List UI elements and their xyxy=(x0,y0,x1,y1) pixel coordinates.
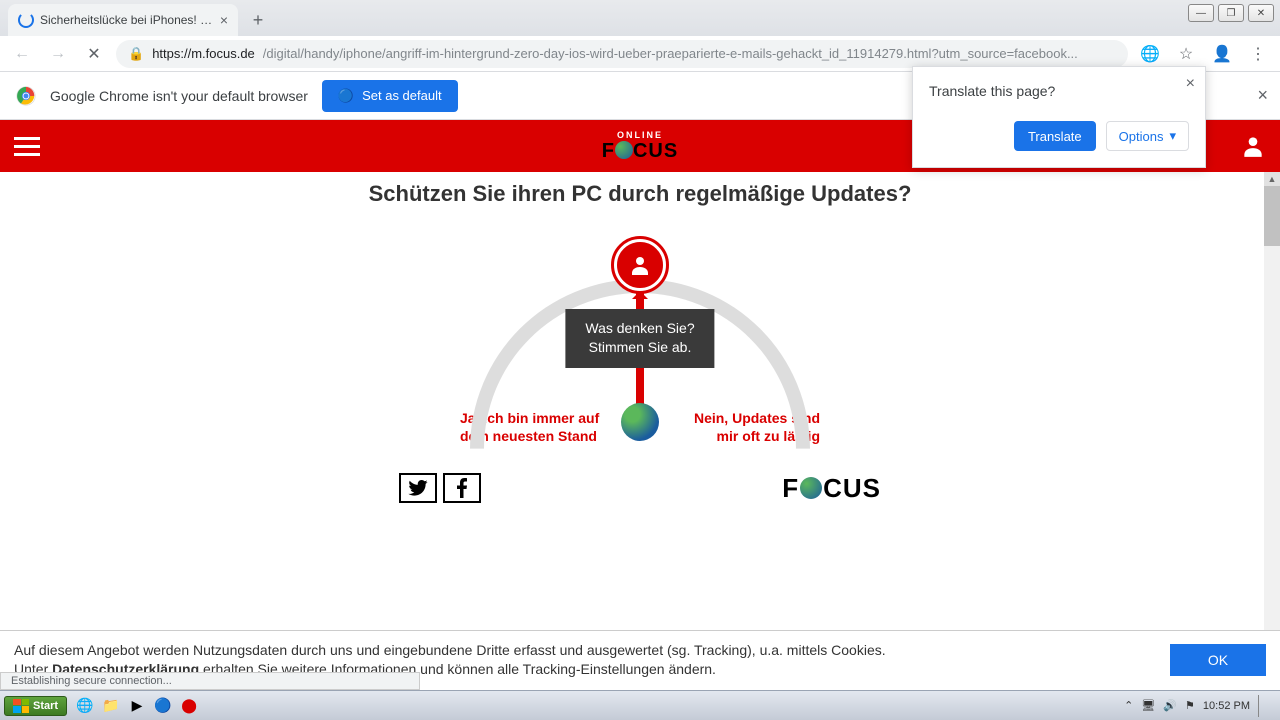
footer-focus-logo: FCUS xyxy=(782,473,881,504)
start-button[interactable]: Start xyxy=(4,696,67,716)
loading-spinner-icon xyxy=(18,12,34,28)
facebook-button[interactable] xyxy=(443,473,481,503)
taskbar: Start 🌐 📁 ▶ 🔵 ⬤ ⌃ 🖥 🔊 ⚑ 10:52 PM xyxy=(0,690,1280,720)
globe-icon xyxy=(800,477,822,499)
default-browser-message: Google Chrome isn't your default browser xyxy=(50,88,308,104)
set-default-label: Set as default xyxy=(362,88,442,103)
translate-title: Translate this page? xyxy=(929,83,1189,99)
globe-icon xyxy=(621,403,659,441)
poll-gauge[interactable]: Was denken Sie? Stimmen Sie ab. xyxy=(460,239,820,459)
url-host: https://m.focus.de xyxy=(152,46,255,61)
cookie-ok-button[interactable]: OK xyxy=(1170,644,1266,676)
url-path: /digital/handy/iphone/angriff-im-hinterg… xyxy=(263,46,1078,61)
translate-popup: × Translate this page? Translate Options… xyxy=(912,66,1206,168)
poll-question: Schützen Sie ihren PC durch regelmäßige … xyxy=(0,172,1280,209)
chevron-down-icon: ▾ xyxy=(1169,128,1176,144)
translate-options-button[interactable]: Options ▾ xyxy=(1106,121,1189,151)
options-label: Options xyxy=(1119,129,1164,144)
logo-focus: FCUS xyxy=(602,140,678,163)
media-icon[interactable]: ▶ xyxy=(125,694,149,718)
profile-icon[interactable]: 👤 xyxy=(1208,40,1236,68)
taskbar-items: 🌐 📁 ▶ 🔵 ⬤ xyxy=(73,694,201,718)
shield-icon: 🔵 xyxy=(338,88,354,104)
explorer-icon[interactable]: 📁 xyxy=(99,694,123,718)
stop-reload-button[interactable]: ✕ xyxy=(80,40,108,68)
lock-icon: 🔒 xyxy=(128,46,144,62)
gauge-center-icon xyxy=(614,239,666,291)
tooltip-line2: Stimmen Sie ab. xyxy=(585,338,694,358)
browser-tab[interactable]: Sicherheitslücke bei iPhones! Nutzer × xyxy=(8,4,238,36)
system-tray: ⌃ 🖥 🔊 ⚑ 10:52 PM xyxy=(1124,695,1276,717)
globe-icon xyxy=(615,141,633,159)
social-row: FCUS xyxy=(395,473,885,504)
back-button[interactable]: ← xyxy=(8,40,36,68)
windows-flag-icon xyxy=(13,699,29,713)
show-desktop-button[interactable] xyxy=(1258,695,1270,717)
poll-tooltip: Was denken Sie? Stimmen Sie ab. xyxy=(565,309,714,368)
app-icon[interactable]: ⬤ xyxy=(177,694,201,718)
page-content: Schützen Sie ihren PC durch regelmäßige … xyxy=(0,172,1280,604)
site-logo[interactable]: ONLINE FCUS xyxy=(602,130,678,163)
translate-close-icon[interactable]: × xyxy=(1186,75,1195,93)
logo-online-text: ONLINE xyxy=(602,130,678,140)
chrome-logo-icon xyxy=(16,86,36,106)
default-bar-close-icon[interactable]: × xyxy=(1257,85,1268,106)
tray-flag-icon[interactable]: ⚑ xyxy=(1185,699,1195,712)
window-controls: ― ❐ ✕ xyxy=(1188,4,1274,22)
tab-title: Sicherheitslücke bei iPhones! Nutzer xyxy=(40,13,214,27)
tray-expand-icon[interactable]: ⌃ xyxy=(1124,699,1133,712)
tooltip-line1: Was denken Sie? xyxy=(585,319,694,339)
tray-network-icon[interactable]: 🖥 xyxy=(1141,699,1155,712)
translate-icon[interactable]: 🌐 xyxy=(1136,40,1164,68)
tray-sound-icon[interactable]: 🔊 xyxy=(1163,699,1177,712)
set-default-button[interactable]: 🔵 Set as default xyxy=(322,80,458,112)
ie-icon[interactable]: 🌐 xyxy=(73,694,97,718)
scroll-up-icon[interactable]: ▲ xyxy=(1264,172,1280,186)
clock[interactable]: 10:52 PM xyxy=(1203,700,1250,712)
browser-tab-strip: Sicherheitslücke bei iPhones! Nutzer × +… xyxy=(0,0,1280,36)
hamburger-menu-icon[interactable] xyxy=(14,137,40,156)
close-window-button[interactable]: ✕ xyxy=(1248,4,1274,22)
url-field[interactable]: 🔒 https://m.focus.de/digital/handy/iphon… xyxy=(116,40,1128,68)
bookmark-icon[interactable]: ☆ xyxy=(1172,40,1200,68)
new-tab-button[interactable]: + xyxy=(244,6,272,34)
chrome-taskbar-icon[interactable]: 🔵 xyxy=(151,694,175,718)
vertical-scrollbar[interactable]: ▲ ▼ xyxy=(1264,172,1280,690)
translate-button[interactable]: Translate xyxy=(1014,121,1096,151)
minimize-button[interactable]: ― xyxy=(1188,4,1214,22)
menu-icon[interactable]: ⋮ xyxy=(1244,40,1272,68)
tab-close-icon[interactable]: × xyxy=(220,12,228,28)
user-icon[interactable] xyxy=(1240,133,1266,159)
maximize-button[interactable]: ❐ xyxy=(1218,4,1244,22)
twitter-button[interactable] xyxy=(399,473,437,503)
start-label: Start xyxy=(33,700,58,712)
scroll-thumb[interactable] xyxy=(1264,186,1280,246)
forward-button[interactable]: → xyxy=(44,40,72,68)
browser-status-bar: Establishing secure connection... xyxy=(0,672,420,690)
